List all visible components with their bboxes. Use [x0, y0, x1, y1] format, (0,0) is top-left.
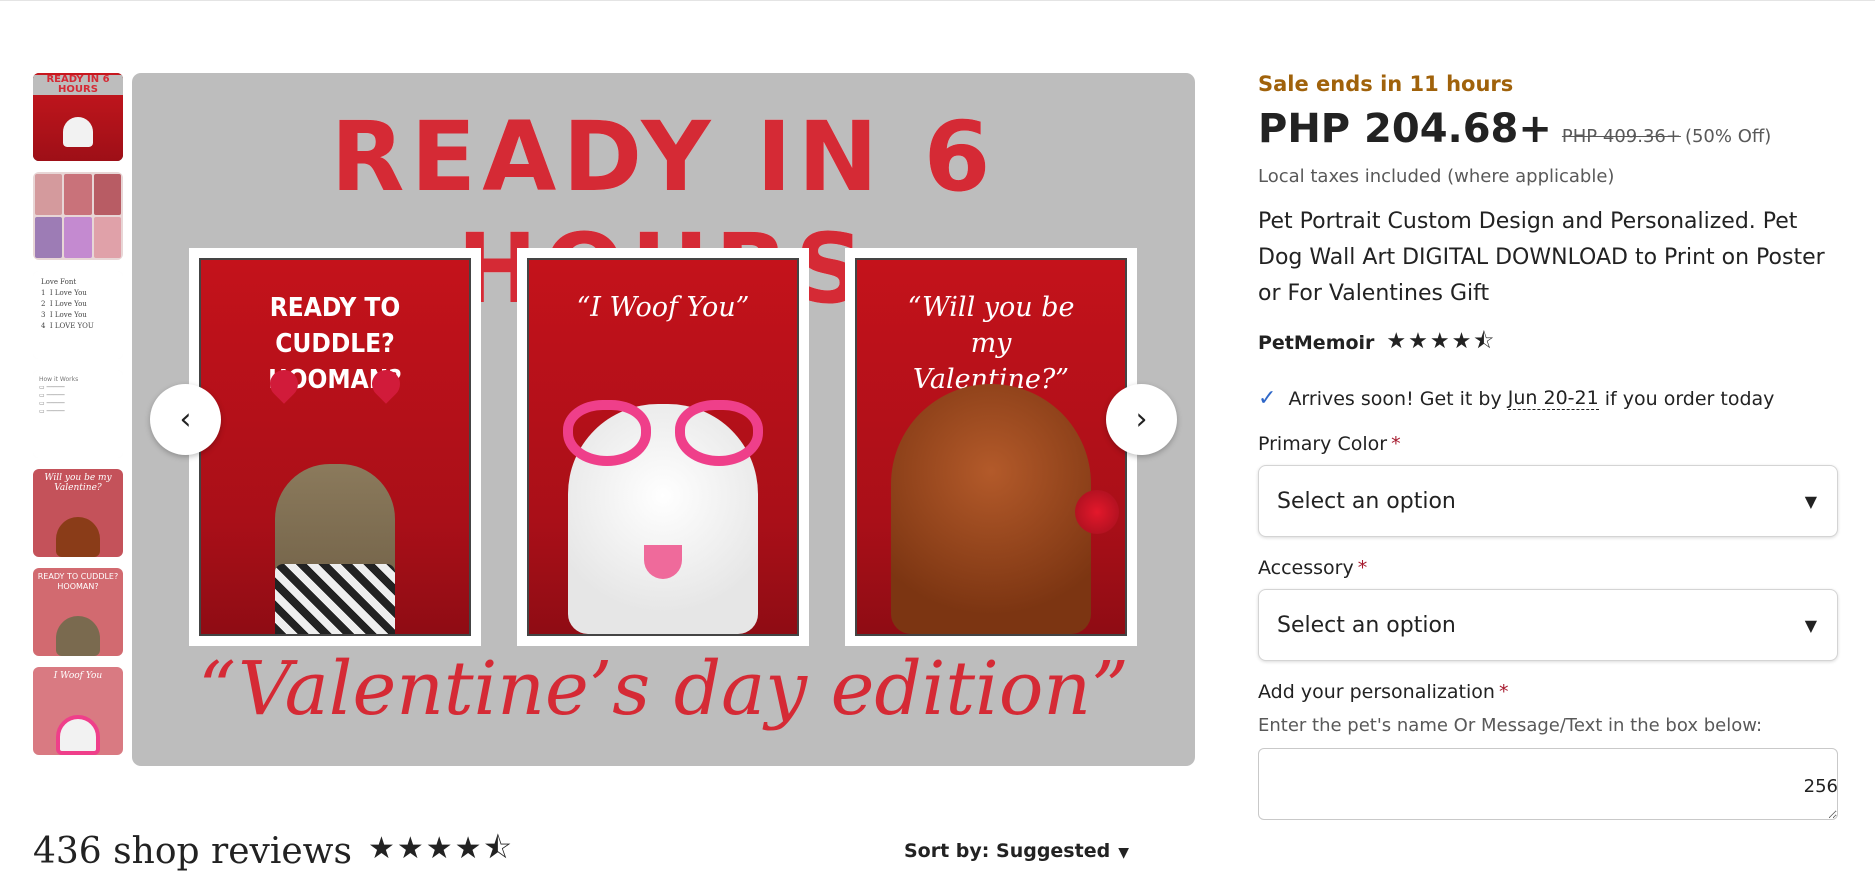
primary-color-label: Primary Color * [1258, 433, 1401, 455]
sort-label: Sort by: Suggested [904, 840, 1111, 862]
thumbnail-6[interactable]: READY TO CUDDLE? HOOMAN? [33, 568, 123, 656]
shop-name-link[interactable]: PetMemoir [1258, 332, 1374, 354]
thumbnail-1[interactable]: READY IN 6 HOURS [33, 73, 123, 161]
check-icon: ✓ [1258, 386, 1277, 411]
price-row: PHP 204.68+ PHP 409.36+ (50% Off) [1258, 106, 1838, 152]
scarf-illustration [275, 564, 395, 634]
chevron-right-icon: › [1135, 402, 1148, 437]
thumbnail-4[interactable]: How it Works ▭ ───── ▭ ───── ▭ ───── ▭ ──… [33, 370, 123, 458]
heart-glasses-illustration [563, 400, 763, 470]
top-divider [0, 0, 1875, 1]
delivery-estimate: ✓ Arrives soon! Get it by Jun 20-21 if y… [1258, 386, 1838, 411]
arrives-prefix: Arrives soon! Get it by [1288, 387, 1502, 410]
card-caption-3: “Will you be my Valentine?” [907, 292, 1075, 395]
current-price: PHP 204.68+ [1258, 106, 1552, 152]
card-labrador: READY TO CUDDLE? HOOMAN? [189, 248, 481, 646]
next-image-button[interactable]: › [1106, 384, 1177, 455]
image-cards: READY TO CUDDLE? HOOMAN? “I Woof You” “W… [189, 248, 1137, 646]
purchase-panel: Sale ends in 11 hours PHP 204.68+ PHP 40… [1258, 72, 1838, 824]
sale-notice: Sale ends in 11 hours [1258, 72, 1514, 96]
thumbnail-2[interactable] [33, 172, 123, 260]
card-caption-2: “I Woof You” [576, 292, 750, 323]
thumbnail-strip: READY IN 6 HOURS Love Font 1 I Love You 2 … [33, 73, 123, 766]
shop-row: PetMemoir ★★★★⯪ [1258, 324, 1838, 362]
personalization-label: Add your personalization * [1258, 681, 1509, 703]
thumbnail-5[interactable]: Will you be my Valentine? [33, 469, 123, 557]
chevron-left-icon: ‹ [179, 402, 192, 437]
primary-color-select[interactable]: Select an option ▼ [1258, 465, 1838, 537]
shop-rating-stars-icon[interactable]: ★★★★⯪ [1386, 324, 1496, 362]
image-subline: “Valentine’s day edition” [198, 646, 1129, 732]
accessory-label: Accessory * [1258, 557, 1368, 579]
reviews-count: 436 shop reviews [33, 831, 352, 872]
primary-color-value: Select an option [1277, 488, 1456, 514]
discount-badge: (50% Off) [1684, 126, 1772, 147]
card-doodle: “Will you be my Valentine?” [845, 248, 1137, 646]
thumbnail-3[interactable]: Love Font 1 I Love You 2 I Love You 3 I Lov… [33, 271, 123, 359]
rose-illustration [1075, 490, 1119, 534]
listing-title: Pet Portrait Custom Design and Personali… [1258, 209, 1825, 306]
taxes-note: Local taxes included (where applicable) [1258, 166, 1615, 187]
review-stars-icon: ★★★★⯪ [367, 831, 514, 866]
arrives-suffix: if you order today [1604, 387, 1775, 410]
caret-down-icon: ▼ [1118, 845, 1129, 861]
personalization-input[interactable] [1258, 748, 1838, 820]
accessory-value: Select an option [1277, 612, 1456, 638]
main-product-image[interactable]: READY IN 6 HOURS READY TO CUDDLE? HOOMAN… [132, 73, 1195, 766]
character-counter: 256 [1803, 776, 1838, 797]
sort-dropdown[interactable]: Sort by: Suggested ▼ [904, 840, 1129, 862]
card-maltese: “I Woof You” [517, 248, 809, 646]
original-price: PHP 409.36+ [1561, 126, 1681, 147]
thumbnail-7[interactable]: I Woof You [33, 667, 123, 755]
personalization-hint: Enter the pet's name Or Message/Text in … [1258, 715, 1763, 736]
doodle-illustration [891, 384, 1091, 634]
accessory-select[interactable]: Select an option ▼ [1258, 589, 1838, 661]
chevron-down-icon: ▼ [1804, 615, 1817, 635]
previous-image-button[interactable]: ‹ [150, 384, 221, 455]
arrival-date[interactable]: Jun 20-21 [1507, 387, 1599, 410]
shop-reviews-header: 436 shop reviews ★★★★⯪ [33, 826, 514, 877]
chevron-down-icon: ▼ [1804, 491, 1817, 511]
